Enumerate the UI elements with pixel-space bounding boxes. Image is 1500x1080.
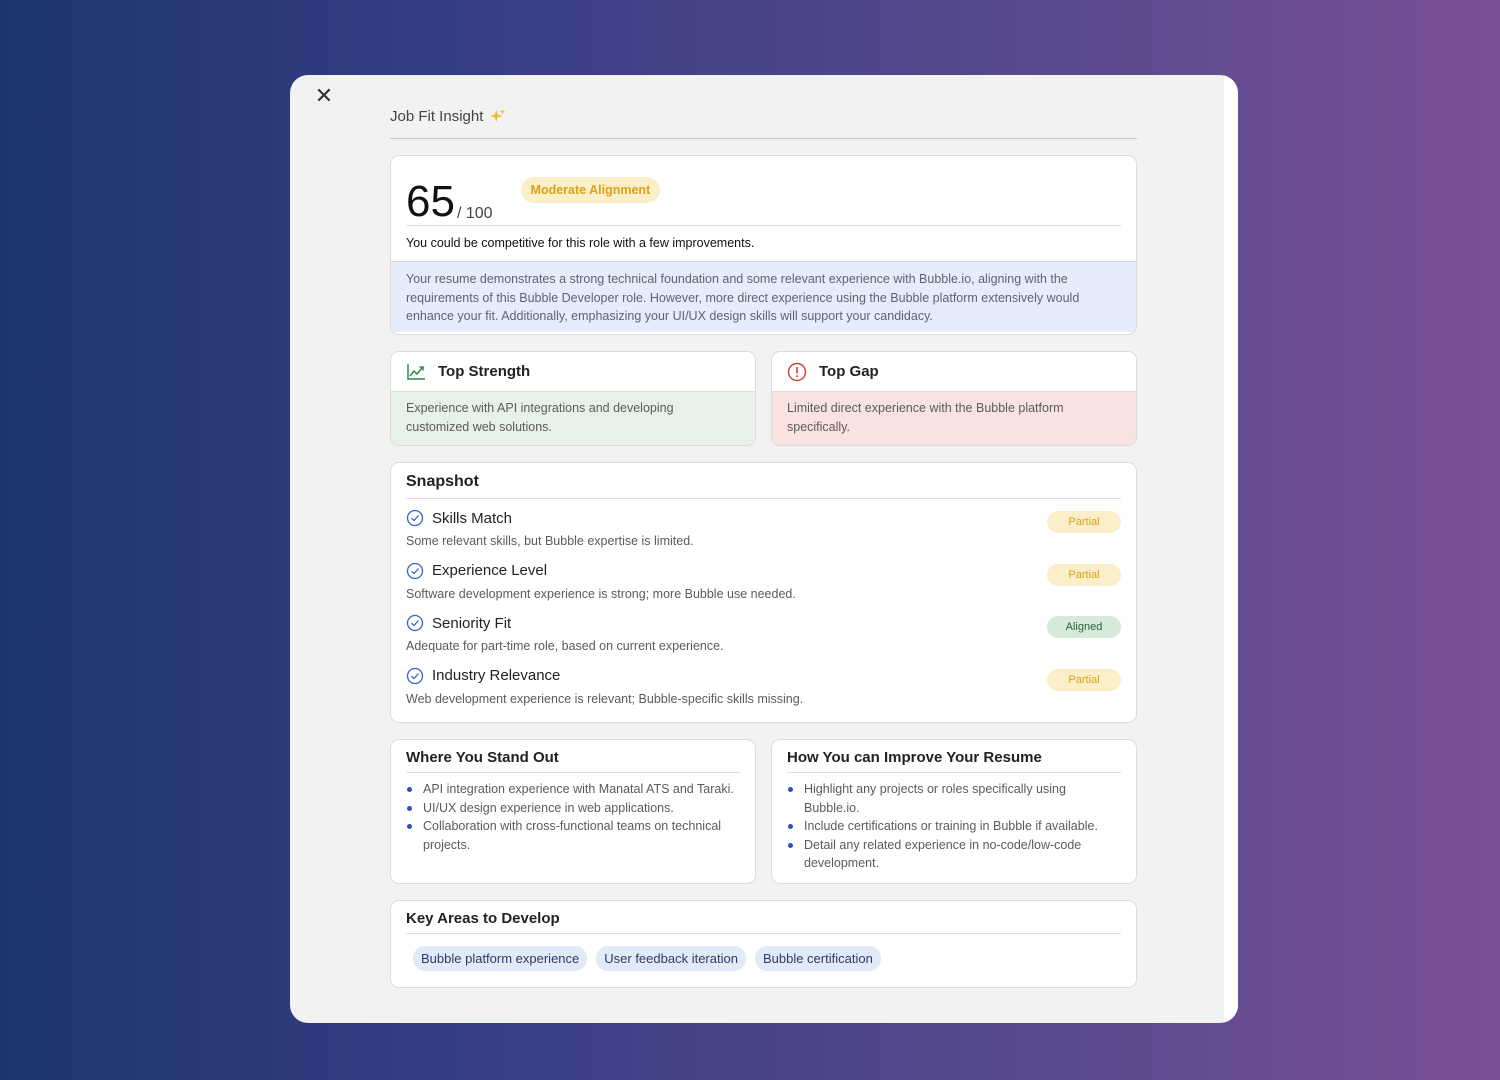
snapshot-item-experience-level: Experience Level Software development ex… [406,552,1121,605]
alert-circle-icon [787,362,807,381]
snapshot-card: Snapshot Skills Match Some relevant skil… [390,462,1137,723]
score-max: / 100 [456,205,493,222]
list-item: UI/UX design experience in web applicati… [406,799,740,818]
top-gap-card: Top Gap Limited direct experience with t… [771,351,1137,446]
job-fit-modal: ✕ Job Fit Insight 65 / 100 Moderate Alig… [290,75,1238,1023]
modal-content: Job Fit Insight 65 / 100 Moderate Alignm… [390,75,1137,988]
modal-header: Job Fit Insight [390,75,1137,139]
snapshot-desc: Software development experience is stron… [406,586,796,601]
snapshot-item-industry-relevance: Industry Relevance Web development exper… [406,657,1121,710]
key-areas-card: Key Areas to Develop Bubble platform exp… [390,900,1137,988]
snapshot-item-skills-match: Skills Match Some relevant skills, but B… [406,499,1121,552]
list-item: API integration experience with Manatal … [406,780,740,799]
alignment-badge: Moderate Alignment [520,176,661,203]
top-gap-title: Top Gap [819,363,879,380]
key-areas-title: Key Areas to Develop [406,901,1121,934]
key-area-chip: Bubble certification [754,946,881,971]
score-subtitle: You could be competitive for this role w… [406,236,755,250]
improve-card: How You can Improve Your Resume Highligh… [771,739,1137,884]
snapshot-label: Experience Level [432,562,548,579]
score-value: 65 [406,177,455,226]
snapshot-item-seniority-fit: Seniority Fit Adequate for part-time rol… [406,604,1121,657]
improve-title: How You can Improve Your Resume [787,740,1121,773]
snapshot-desc: Adequate for part-time role, based on cu… [406,639,724,653]
list-item: Highlight any projects or roles specific… [787,780,1121,817]
check-circle-icon [406,667,424,684]
status-badge: Aligned [1047,616,1121,638]
top-strength-text: Experience with API integrations and dev… [391,392,755,445]
snapshot-desc: Web development experience is relevant; … [406,691,804,706]
snapshot-desc: Some relevant skills, but Bubble experti… [406,534,694,548]
list-item: Include certifications or training in Bu… [787,817,1121,836]
stand-out-card: Where You Stand Out API integration expe… [390,739,756,884]
top-strength-card: Top Strength Experience with API integra… [390,351,756,446]
top-gap-text: Limited direct experience with the Bubbl… [772,392,1136,445]
scrollbar[interactable] [1224,75,1238,1023]
close-icon[interactable]: ✕ [314,86,334,108]
sparkle-icon [490,108,506,122]
check-circle-icon [406,509,424,527]
top-strength-title: Top Strength [438,363,531,380]
trend-up-icon [407,363,425,380]
score-description: Your resume demonstrates a strong techni… [391,261,1136,332]
list-item: Collaboration with cross-functional team… [406,817,740,854]
key-area-chip: User feedback iteration [596,946,746,971]
list-item: Detail any related experience in no-code… [787,836,1121,873]
key-area-chip: Bubble platform experience [413,946,588,971]
status-badge: Partial [1047,563,1121,586]
snapshot-label: Seniority Fit [432,614,512,632]
status-badge: Partial [1047,511,1121,533]
snapshot-label: Industry Relevance [432,667,561,684]
score-card: 65 / 100 Moderate Alignment You could be… [390,155,1137,335]
status-badge: Partial [1047,668,1121,691]
check-circle-icon [406,614,424,632]
check-circle-icon [406,562,424,579]
stand-out-title: Where You Stand Out [406,740,740,773]
snapshot-label: Skills Match [432,509,513,527]
snapshot-title: Snapshot [406,463,1121,499]
page-title: Job Fit Insight [390,108,484,125]
